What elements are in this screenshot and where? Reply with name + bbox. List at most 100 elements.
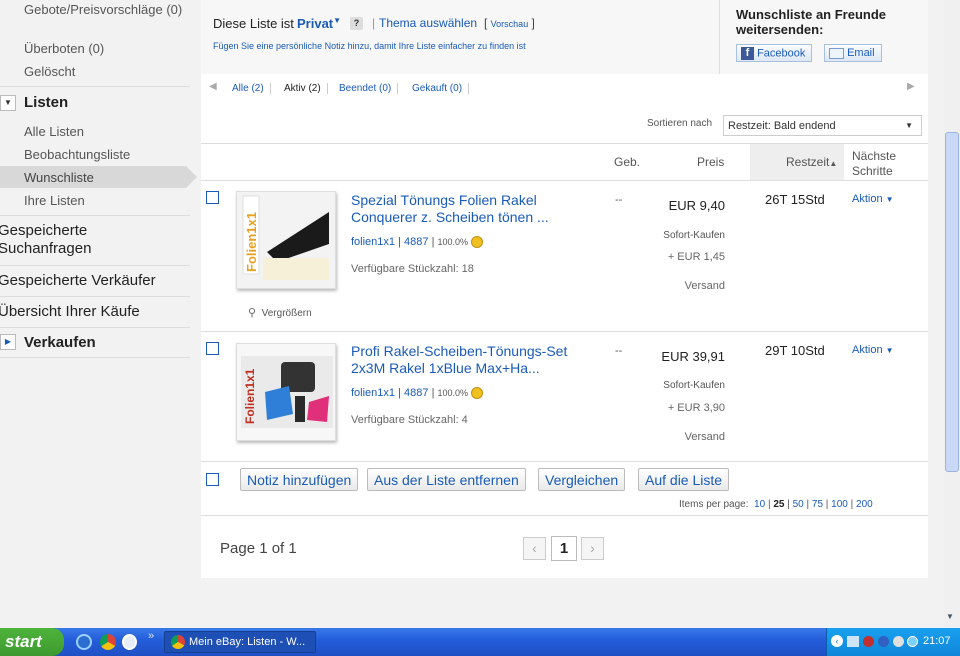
- system-tray: ‹ 21:07: [826, 628, 960, 656]
- vertical-scrollbar[interactable]: ▼: [944, 0, 960, 628]
- sidebar-item-all-lists[interactable]: Alle Listen: [24, 124, 84, 139]
- tab-purchased[interactable]: Gekauft (0): [406, 83, 470, 94]
- available-quantity: Verfügbare Stückzahl: 4: [351, 414, 468, 426]
- chevron-double-right-icon[interactable]: »: [148, 630, 154, 642]
- divider: [201, 331, 928, 332]
- sidebar-item-your-lists[interactable]: Ihre Listen: [24, 193, 85, 208]
- action-menu[interactable]: Aktion ▼: [852, 193, 894, 205]
- items-per-page: Items per page: 10 | 25 | 50 | 75 | 100 …: [679, 499, 873, 510]
- shipping-cost: + EUR 3,90: [667, 402, 725, 414]
- chrome-icon[interactable]: [100, 634, 116, 650]
- buy-format: Sofort-Kaufen: [663, 380, 725, 391]
- sidebar-item-outbid[interactable]: Überboten (0): [24, 41, 104, 56]
- facebook-button[interactable]: f Facebook: [736, 44, 813, 62]
- tab-active[interactable]: Aktiv (2): [278, 83, 328, 94]
- magnifier-icon: ⚲: [248, 307, 257, 319]
- rating-percent: 100.0%: [437, 237, 469, 247]
- sidebar-item-saved-sellers[interactable]: Gespeicherte Verkäufer: [0, 272, 156, 289]
- tab-all[interactable]: Alle (2): [226, 83, 271, 94]
- clock[interactable]: 21:07: [923, 635, 951, 647]
- sidebar-section-lists[interactable]: Listen: [24, 94, 68, 111]
- collapse-icon[interactable]: ▼: [0, 95, 16, 111]
- column-header-bids[interactable]: Geb.: [614, 155, 640, 169]
- prev-page-button[interactable]: ‹: [523, 537, 546, 560]
- security-icon[interactable]: [863, 636, 874, 647]
- column-header-time-left[interactable]: Restzeit▲: [786, 155, 837, 169]
- per-page-option[interactable]: 100: [831, 499, 848, 510]
- shipping-label: Versand: [684, 280, 725, 292]
- items-per-page-label: Items per page:: [679, 499, 749, 510]
- action-label: Aktion: [852, 193, 883, 205]
- sidebar-item-offers[interactable]: Gebote/Preisvorschläge (0): [24, 2, 189, 18]
- envelope-icon: [829, 47, 844, 59]
- squeegee-product-image: Folien1x1: [237, 192, 335, 288]
- item-title-link[interactable]: Profi Rakel-Scheiben-Tönungs-Set 2x3M Ra…: [351, 343, 581, 377]
- per-page-option[interactable]: 50: [793, 499, 804, 510]
- time-left-label: Restzeit: [786, 155, 830, 169]
- facebook-label: Facebook: [757, 47, 806, 60]
- next-page-button[interactable]: ›: [581, 537, 604, 560]
- divider: [201, 515, 928, 516]
- selected-arrow-icon: [186, 166, 197, 188]
- item-checkbox[interactable]: [206, 191, 219, 204]
- sidebar-item-wishlist[interactable]: Wunschliste: [24, 170, 94, 185]
- item-checkbox[interactable]: [206, 342, 219, 355]
- sort-select[interactable]: Restzeit: Bald endend ▼: [723, 115, 922, 136]
- note-hint-link[interactable]: Fügen Sie eine persönliche Notiz hinzu, …: [213, 41, 526, 51]
- network-icon[interactable]: [847, 636, 859, 647]
- expand-icon[interactable]: ▶: [0, 334, 16, 350]
- feedback-score[interactable]: 4887: [404, 387, 428, 399]
- per-page-option[interactable]: 10: [754, 499, 765, 510]
- sidebar-item-watchlist[interactable]: Beobachtungsliste: [24, 147, 130, 162]
- time-left: 26T 15Std: [765, 192, 825, 207]
- tab-scroll-right-icon[interactable]: ▶: [907, 81, 915, 92]
- tab-ended[interactable]: Beendet (0): [333, 83, 399, 94]
- select-all-checkbox[interactable]: [206, 473, 219, 486]
- chevron-left-icon[interactable]: ‹: [831, 635, 843, 647]
- sidebar: Gebote/Preisvorschläge (0) Überboten (0)…: [0, 0, 197, 628]
- per-page-option[interactable]: 75: [812, 499, 823, 510]
- start-button[interactable]: start: [0, 628, 64, 656]
- preview-link[interactable]: Vorschau: [491, 19, 529, 29]
- sidebar-item-deleted[interactable]: Gelöscht: [24, 64, 75, 79]
- item-title-link[interactable]: Spezial Tönungs Folien Rakel Conquerer z…: [351, 192, 581, 226]
- divider: [0, 296, 190, 297]
- tray-icon[interactable]: [893, 636, 904, 647]
- app-icon[interactable]: [122, 634, 137, 650]
- theme-link[interactable]: Thema auswählen: [379, 16, 477, 30]
- column-header-price[interactable]: Preis: [697, 155, 724, 169]
- tray-icon[interactable]: [907, 636, 918, 647]
- seller-link[interactable]: folien1x1: [351, 236, 395, 248]
- email-button[interactable]: Email: [824, 44, 882, 62]
- item-thumbnail[interactable]: Folien1x1: [236, 191, 336, 289]
- filter-tabs: ◀ Alle (2) Aktiv (2) Beendet (0) Gekauft…: [201, 76, 928, 102]
- scroll-down-icon[interactable]: ▼: [946, 612, 954, 621]
- help-icon[interactable]: ?: [350, 17, 363, 30]
- tray-icon[interactable]: [878, 636, 889, 647]
- svg-text:Folien1x1: Folien1x1: [243, 368, 257, 424]
- remove-from-list-button[interactable]: Aus der Liste entfernen: [367, 468, 526, 491]
- add-to-list-button[interactable]: Auf die Liste: [638, 468, 730, 491]
- sort-asc-icon: ▲: [829, 159, 838, 168]
- add-note-button[interactable]: Notiz hinzufügen: [240, 468, 359, 491]
- sidebar-section-selling[interactable]: Verkaufen: [24, 334, 96, 351]
- enlarge-label: Vergrößern: [261, 308, 312, 319]
- sidebar-item-saved-searches[interactable]: Gespeicherte Suchanfragen: [0, 222, 158, 258]
- enlarge-link[interactable]: ⚲ Vergrößern: [248, 306, 312, 319]
- tab-scroll-left-icon[interactable]: ◀: [209, 81, 217, 92]
- per-page-option-selected[interactable]: 25: [773, 499, 784, 510]
- privacy-dropdown[interactable]: Privat▼: [297, 16, 341, 31]
- current-page-button[interactable]: 1: [551, 536, 577, 561]
- action-menu[interactable]: Aktion ▼: [852, 344, 894, 356]
- feedback-score[interactable]: 4887: [404, 236, 428, 248]
- item-thumbnail[interactable]: Folien1x1: [236, 343, 336, 441]
- per-page-option[interactable]: 200: [856, 499, 873, 510]
- squeegee-set-product-image: Folien1x1: [237, 344, 335, 440]
- compare-button[interactable]: Vergleichen: [538, 468, 626, 491]
- taskbar-window-button[interactable]: Mein eBay: Listen - W...: [164, 631, 316, 653]
- share-panel: Wunschliste an Freunde weitersenden: f F…: [719, 0, 928, 74]
- scrollbar-thumb[interactable]: [945, 132, 959, 472]
- sidebar-item-purchases[interactable]: Übersicht Ihrer Käufe: [0, 303, 140, 320]
- ie-icon[interactable]: [76, 634, 92, 650]
- seller-link[interactable]: folien1x1: [351, 387, 395, 399]
